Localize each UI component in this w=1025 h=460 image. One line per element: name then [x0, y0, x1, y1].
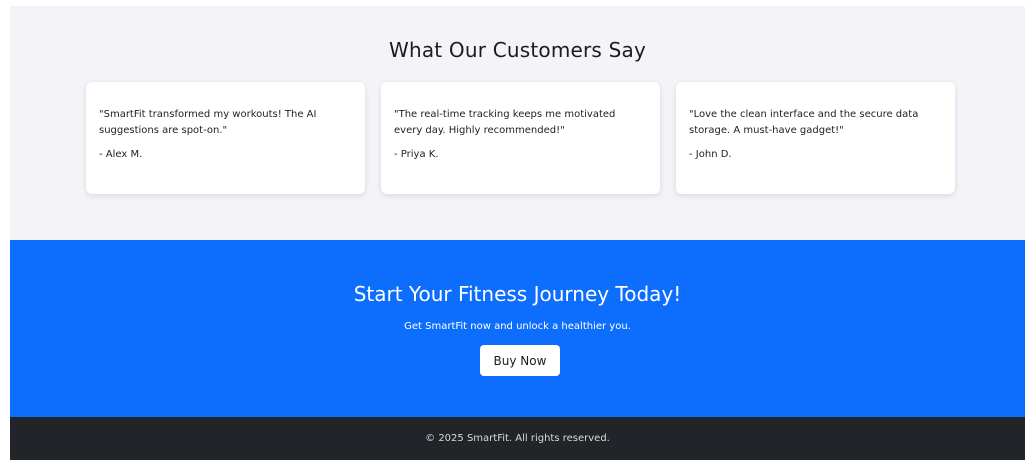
buy-now-button[interactable]: Buy Now [480, 345, 560, 376]
testimonial-author: - John D. [689, 149, 732, 160]
testimonial-author: - Priya K. [394, 149, 439, 160]
testimonial-quote: "Love the clean interface and the secure… [689, 109, 919, 136]
cta-subtext: Get SmartFit now and unlock a healthier … [404, 321, 631, 332]
testimonials-heading: What Our Customers Say [388, 38, 647, 62]
testimonial-author: - Alex M. [99, 149, 143, 160]
testimonial-card: "The real-time tracking keeps me motivat… [381, 82, 660, 194]
footer: © 2025 SmartFit. All rights reserved. [10, 417, 1025, 460]
cta-heading: Start Your Fitness Journey Today! [353, 282, 682, 306]
testimonial-quote: "SmartFit transformed my workouts! The A… [99, 109, 317, 136]
copyright-text: © 2025 SmartFit. All rights reserved. [425, 433, 610, 444]
page: What Our Customers Say "SmartFit transfo… [10, 6, 1025, 460]
testimonials-section: What Our Customers Say "SmartFit transfo… [10, 6, 1025, 240]
testimonial-quote: "The real-time tracking keeps me motivat… [394, 109, 616, 136]
cta-section: Start Your Fitness Journey Today! Get Sm… [10, 240, 1025, 417]
testimonial-card: "Love the clean interface and the secure… [676, 82, 955, 194]
testimonial-card: "SmartFit transformed my workouts! The A… [86, 82, 365, 194]
